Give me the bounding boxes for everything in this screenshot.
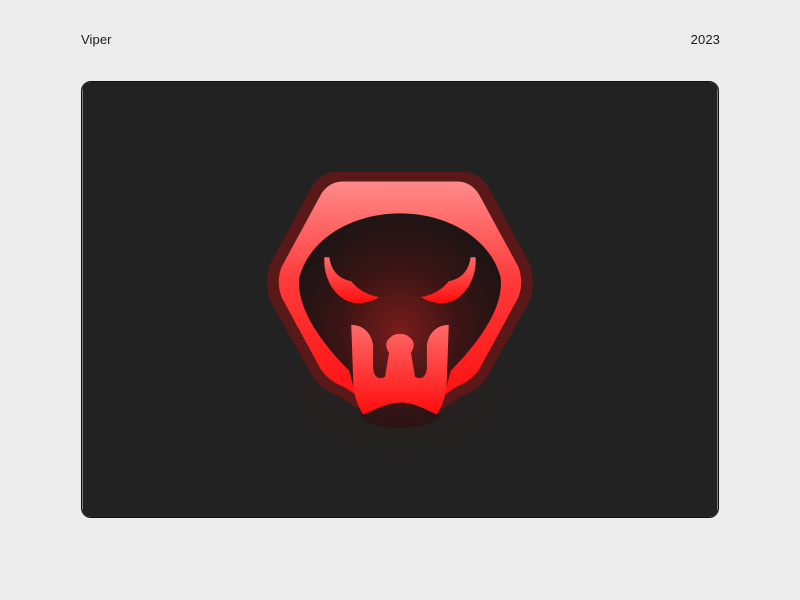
showcase-canvas <box>82 82 718 517</box>
fangs <box>351 324 449 415</box>
project-title: Viper <box>81 32 112 47</box>
logo-showcase-card <box>81 81 719 518</box>
project-year: 2023 <box>690 32 720 47</box>
